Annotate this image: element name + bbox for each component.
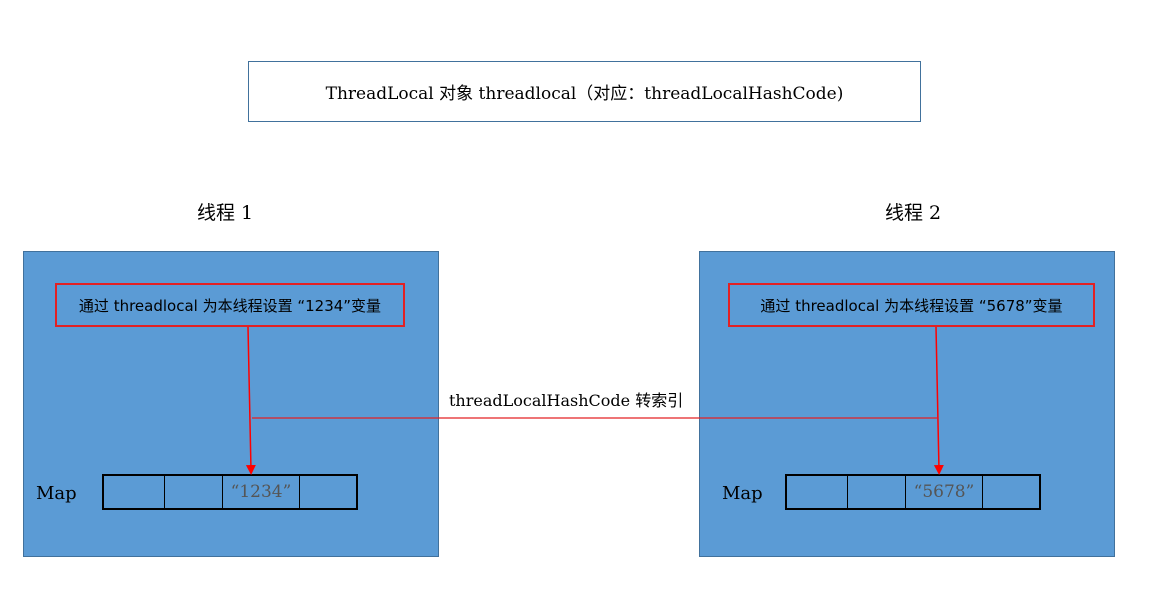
map-cell (787, 476, 848, 508)
map-cell (300, 476, 356, 508)
threadlocal-object-box: ThreadLocal 对象 threadlocal（对应：threadLoca… (248, 61, 921, 122)
map-cell (983, 476, 1039, 508)
thread-1-map-label: Map (36, 483, 77, 504)
thread-1-action-text: 通过 threadlocal 为本线程设置 “1234”变量 (78, 296, 382, 315)
map-cell-value: “1234” (223, 476, 300, 508)
map-cell (165, 476, 223, 508)
threadlocal-object-label: ThreadLocal 对象 threadlocal（对应：threadLoca… (325, 84, 844, 104)
thread-1-title: 线程 1 (197, 202, 254, 224)
thread-2-action-text: 通过 threadlocal 为本线程设置 “5678”变量 (760, 296, 1063, 315)
thread-2-map-table: “5678” (785, 474, 1041, 510)
hashcode-index-label: threadLocalHashCode 转索引 (449, 391, 684, 410)
thread-1-map-table: “1234” (102, 474, 358, 510)
map-cell (104, 476, 165, 508)
thread-2-map-label: Map (722, 483, 763, 504)
map-cell-value: “5678” (906, 476, 983, 508)
thread-2-action-box: 通过 threadlocal 为本线程设置 “5678”变量 (728, 283, 1095, 327)
thread-1-action-box: 通过 threadlocal 为本线程设置 “1234”变量 (55, 283, 405, 327)
map-cell (848, 476, 906, 508)
thread-2-title: 线程 2 (885, 202, 942, 224)
